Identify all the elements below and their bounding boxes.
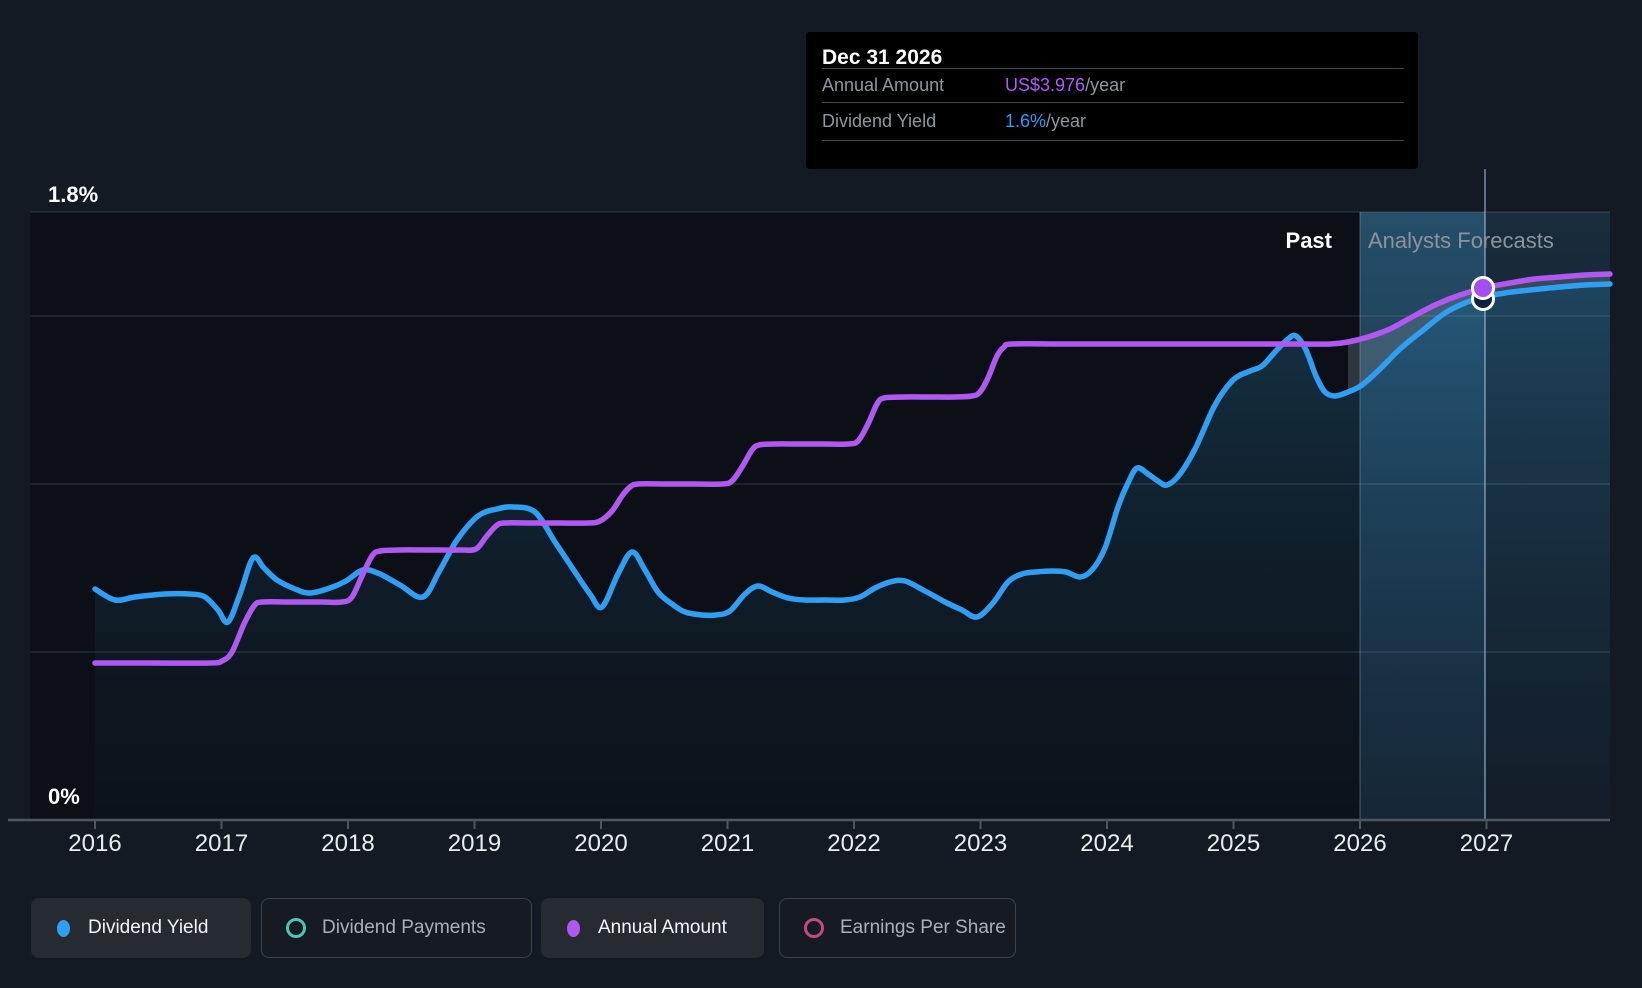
x-axis-label-2019: 2019 [447,830,502,857]
tooltip-divider [822,140,1404,141]
dividend-yield-dot-icon [57,919,70,937]
tooltip-row-dividend-yield: Dividend Yield 1.6% /year [822,102,1404,140]
x-axis-label-2023: 2023 [953,830,1008,857]
dividend-payments-dot-icon [286,918,306,938]
annual-amount-hover-marker [1471,276,1495,300]
earnings-per-share-dot-icon [804,918,824,938]
legend-chip-label: Dividend Payments [322,917,486,938]
x-axis-label-2018: 2018 [321,830,375,857]
tooltip-value-annual-amount: US$3.976 [1005,75,1086,95]
tooltip-row-annual-amount: Annual Amount US$3.976 /year [822,68,1404,102]
x-axis-label-2020: 2020 [574,830,628,857]
x-axis-label-2026: 2026 [1333,830,1387,857]
hover-tooltip: Dec 31 2026 Annual Amount US$3.976 /year… [806,32,1418,169]
tooltip-suffix: /year [1085,75,1126,95]
legend-chip-earnings-per-share[interactable]: Earnings Per Share [779,898,1016,958]
tooltip-label: Annual Amount [822,75,945,95]
y-axis-label-zero: 0% [48,784,80,809]
dividend-yield-chart: 1.8% 0% Past Analysts Forecasts 2016 2017… [0,0,1642,988]
legend-chip-annual-amount[interactable]: Annual Amount [541,898,764,958]
annual-amount-dot-icon [567,919,580,937]
tooltip-date-title: Dec 31 2026 [822,46,943,69]
x-axis-label-2017: 2017 [194,830,249,857]
legend-chip-dividend-yield[interactable]: Dividend Yield [31,898,251,958]
tooltip-suffix: /year [1046,111,1087,131]
y-axis-label-top: 1.8% [48,182,99,207]
legend-chip-label: Annual Amount [598,917,727,938]
x-axis-label-2021: 2021 [700,830,755,857]
x-axis-label-2016: 2016 [68,830,122,857]
legend-chip-label: Dividend Yield [88,917,209,938]
x-axis-label-2025: 2025 [1206,830,1261,857]
legend-chip-dividend-payments[interactable]: Dividend Payments [261,898,532,958]
x-axis-label-2024: 2024 [1080,830,1134,857]
past-zone-label: Past [1285,228,1332,253]
legend-chip-label: Earnings Per Share [840,917,1006,938]
tooltip-value-dividend-yield: 1.6% [1005,111,1047,131]
x-axis-label-2022: 2022 [827,830,881,857]
analysts-forecasts-zone-label: Analysts Forecasts [1368,228,1554,253]
tooltip-label: Dividend Yield [822,111,937,131]
x-axis-label-2027: 2027 [1459,830,1514,857]
